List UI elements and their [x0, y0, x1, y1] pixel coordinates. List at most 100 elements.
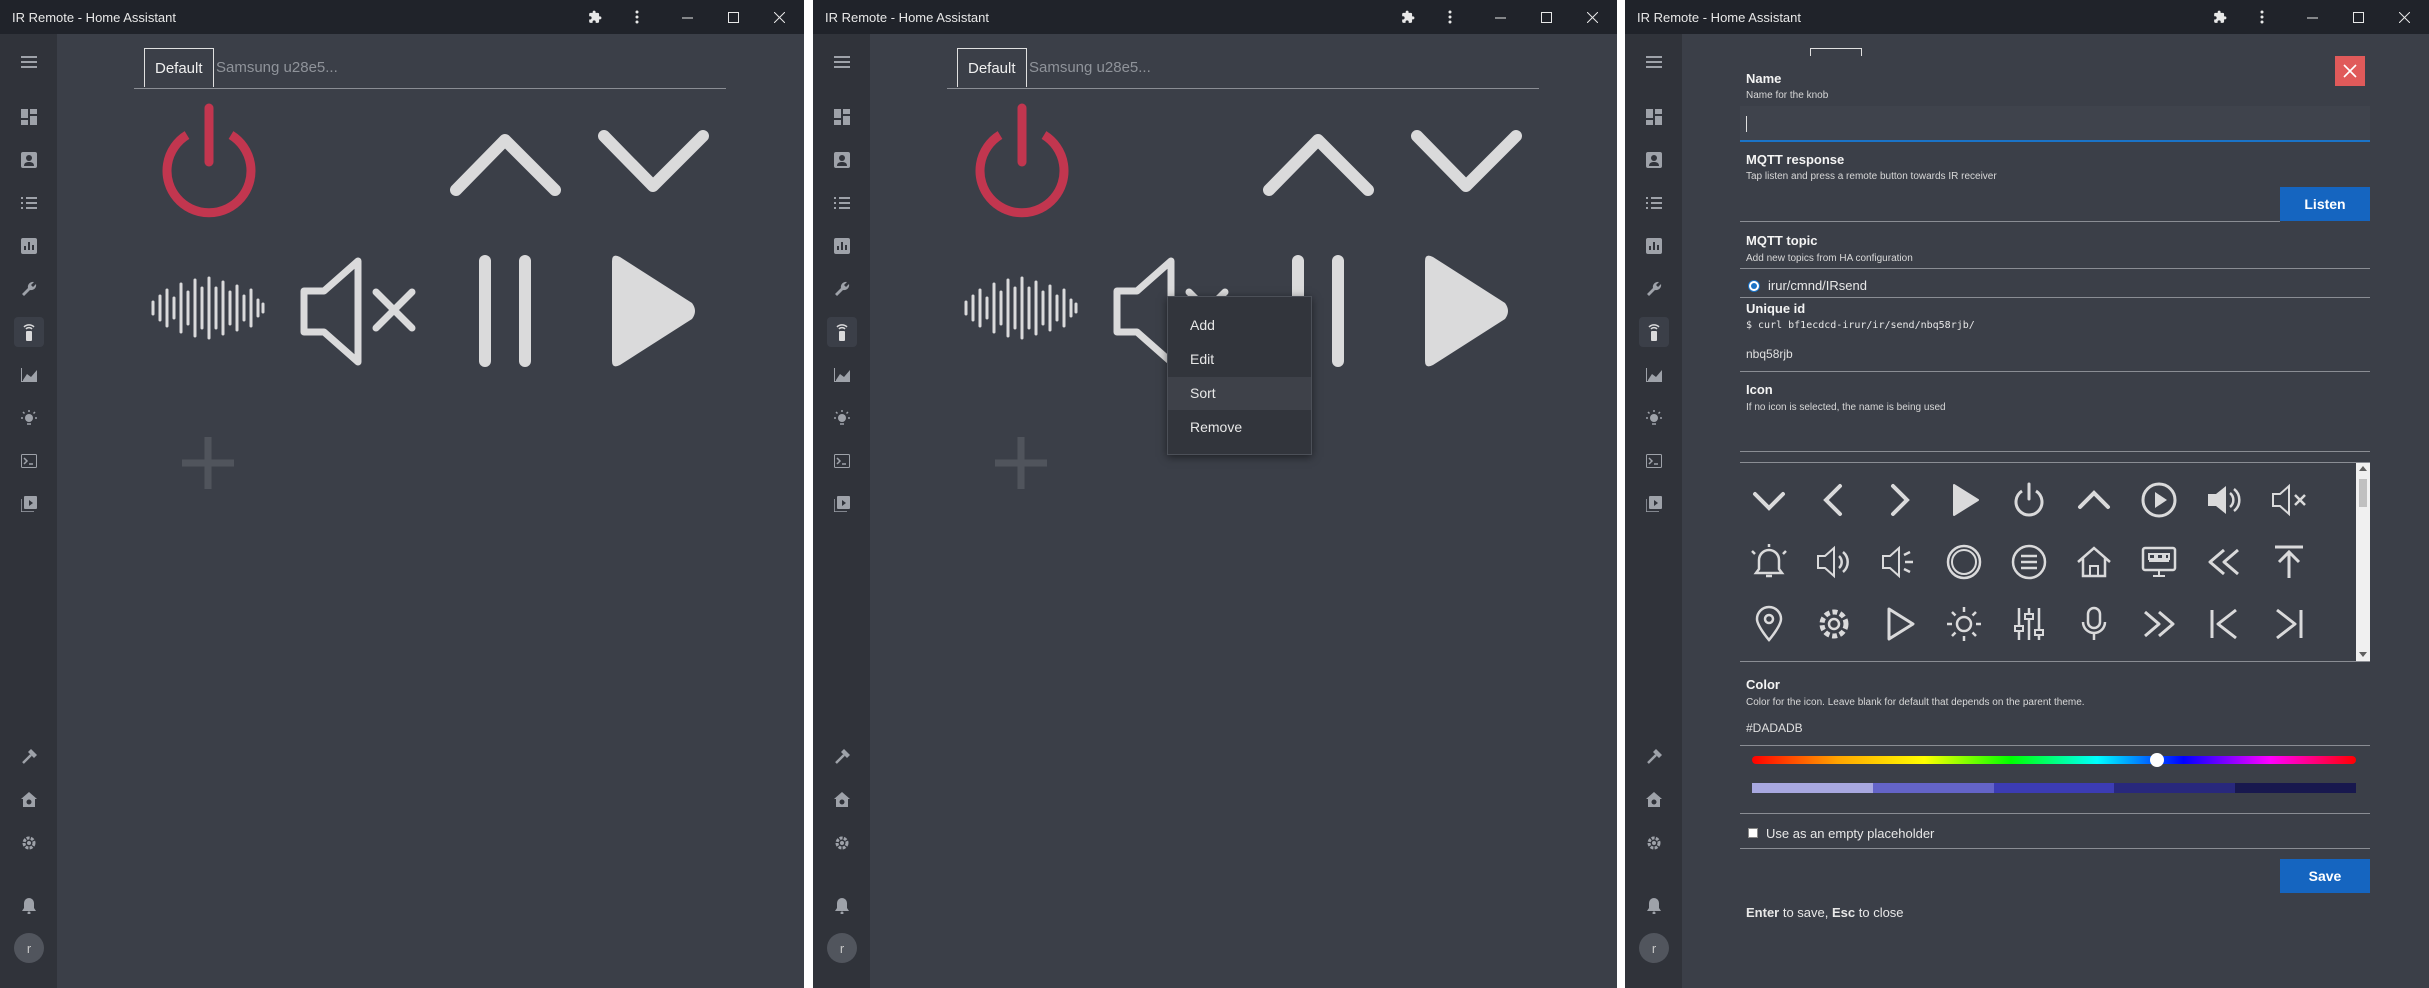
listen-button[interactable]: Listen: [2280, 187, 2370, 221]
maximize-button[interactable]: [710, 0, 756, 34]
settings-icon[interactable]: [827, 828, 857, 858]
topic-radio[interactable]: [1748, 280, 1760, 292]
person-card-icon[interactable]: [1639, 145, 1669, 175]
chart-icon[interactable]: [14, 231, 44, 261]
maximize-button[interactable]: [2335, 0, 2381, 34]
chevron-left-icon[interactable]: [1809, 475, 1859, 525]
lightbulb-icon[interactable]: [1639, 403, 1669, 433]
menu-icon[interactable]: [1639, 47, 1669, 77]
home-gear-icon[interactable]: [827, 785, 857, 815]
map-marker-icon[interactable]: [1744, 599, 1794, 649]
area-chart-icon[interactable]: [1639, 360, 1669, 390]
terminal-icon[interactable]: [1639, 446, 1669, 476]
menu-icon[interactable]: [827, 47, 857, 77]
minimize-button[interactable]: [1477, 0, 1523, 34]
chevron-down-icon[interactable]: [596, 128, 711, 198]
swatch-1[interactable]: [1752, 783, 1873, 793]
chevron-up-icon[interactable]: [2069, 475, 2119, 525]
hue-slider-thumb[interactable]: [2149, 753, 2164, 767]
tab-samsung[interactable]: Samsung u28e5...: [1029, 48, 1151, 86]
color-input[interactable]: #DADADB: [1740, 710, 2370, 746]
tab-default[interactable]: Default: [144, 48, 214, 87]
avatar[interactable]: r: [827, 933, 857, 963]
fast-forward-icon[interactable]: [2134, 599, 2184, 649]
media-icon[interactable]: [827, 489, 857, 519]
hammer-icon[interactable]: [14, 742, 44, 772]
arrow-top-icon[interactable]: [2264, 537, 2314, 587]
alarm-bell-icon[interactable]: [1744, 537, 1794, 587]
extensions-icon[interactable]: [2197, 0, 2243, 34]
menu-icon[interactable]: [14, 47, 44, 77]
circle-dashed-icon[interactable]: [1939, 537, 1989, 587]
power-icon[interactable]: [2004, 475, 2054, 525]
bell-icon[interactable]: [1639, 891, 1669, 921]
volume-up-icon[interactable]: [2199, 475, 2249, 525]
hue-slider[interactable]: [1752, 753, 2356, 767]
mqtt-response-input[interactable]: [1740, 186, 2280, 222]
waveform-icon[interactable]: [150, 276, 266, 340]
skip-next-icon[interactable]: [2264, 599, 2314, 649]
bell-icon[interactable]: [827, 891, 857, 921]
area-chart-icon[interactable]: [14, 360, 44, 390]
add-icon[interactable]: [178, 433, 238, 493]
settings-gear-icon[interactable]: [1809, 599, 1859, 649]
wrench-icon[interactable]: [827, 274, 857, 304]
swatch-2[interactable]: [1872, 783, 1994, 793]
remote-icon[interactable]: [14, 317, 44, 347]
hammer-icon[interactable]: [827, 742, 857, 772]
pause-icon[interactable]: [477, 253, 533, 369]
home-gear-icon[interactable]: [1639, 785, 1669, 815]
terminal-icon[interactable]: [14, 446, 44, 476]
play-circle-icon[interactable]: [2134, 475, 2184, 525]
scroll-down-arrow[interactable]: [2359, 652, 2367, 657]
save-button[interactable]: Save: [2280, 859, 2370, 893]
close-button[interactable]: [756, 0, 802, 34]
play-icon[interactable]: [1421, 253, 1511, 369]
tab-default[interactable]: Default: [957, 48, 1027, 87]
list-icon[interactable]: [14, 188, 44, 218]
menu-item-edit[interactable]: Edit: [1168, 343, 1311, 376]
avatar[interactable]: r: [1639, 933, 1669, 963]
unique-id-input[interactable]: nbq58rjb: [1740, 336, 2370, 372]
person-card-icon[interactable]: [827, 145, 857, 175]
chevron-up-icon[interactable]: [1261, 128, 1376, 198]
home-icon[interactable]: [2069, 537, 2119, 587]
remote-icon[interactable]: [827, 317, 857, 347]
more-menu-icon[interactable]: [614, 0, 660, 34]
chevron-down-icon[interactable]: [1409, 128, 1524, 198]
extensions-icon[interactable]: [572, 0, 618, 34]
power-icon[interactable]: [156, 100, 262, 225]
area-chart-icon[interactable]: [827, 360, 857, 390]
bell-icon[interactable]: [14, 891, 44, 921]
menu-item-add[interactable]: Add: [1168, 309, 1311, 342]
add-icon[interactable]: [991, 433, 1051, 493]
extensions-icon[interactable]: [1385, 0, 1431, 34]
settings-icon[interactable]: [14, 828, 44, 858]
more-menu-icon[interactable]: [2239, 0, 2285, 34]
icon-input[interactable]: [1740, 416, 2370, 452]
brightness-icon[interactable]: [1939, 599, 1989, 649]
microphone-icon[interactable]: [2069, 599, 2119, 649]
swatch-5[interactable]: [2235, 783, 2356, 793]
home-gear-icon[interactable]: [14, 785, 44, 815]
menu-item-remove[interactable]: Remove: [1168, 411, 1311, 444]
minimize-button[interactable]: [664, 0, 710, 34]
menu-circle-icon[interactable]: [2004, 537, 2054, 587]
skip-previous-icon[interactable]: [2199, 599, 2249, 649]
volume-mute-icon[interactable]: [2264, 475, 2314, 525]
chart-icon[interactable]: [827, 231, 857, 261]
media-icon[interactable]: [1639, 489, 1669, 519]
name-input[interactable]: [1740, 106, 2370, 142]
mute-icon[interactable]: [298, 254, 418, 369]
volume-low-icon[interactable]: [1874, 537, 1924, 587]
play-icon[interactable]: [1939, 475, 1989, 525]
person-card-icon[interactable]: [14, 145, 44, 175]
chevron-up-icon[interactable]: [448, 128, 563, 198]
remote-icon[interactable]: [1639, 317, 1669, 347]
equalizer-icon[interactable]: [2004, 599, 2054, 649]
dashboard-icon[interactable]: [14, 102, 44, 132]
swatch-4[interactable]: [2114, 783, 2236, 793]
media-icon[interactable]: [14, 489, 44, 519]
lightbulb-icon[interactable]: [14, 403, 44, 433]
dialog-close-button[interactable]: [2335, 56, 2365, 86]
